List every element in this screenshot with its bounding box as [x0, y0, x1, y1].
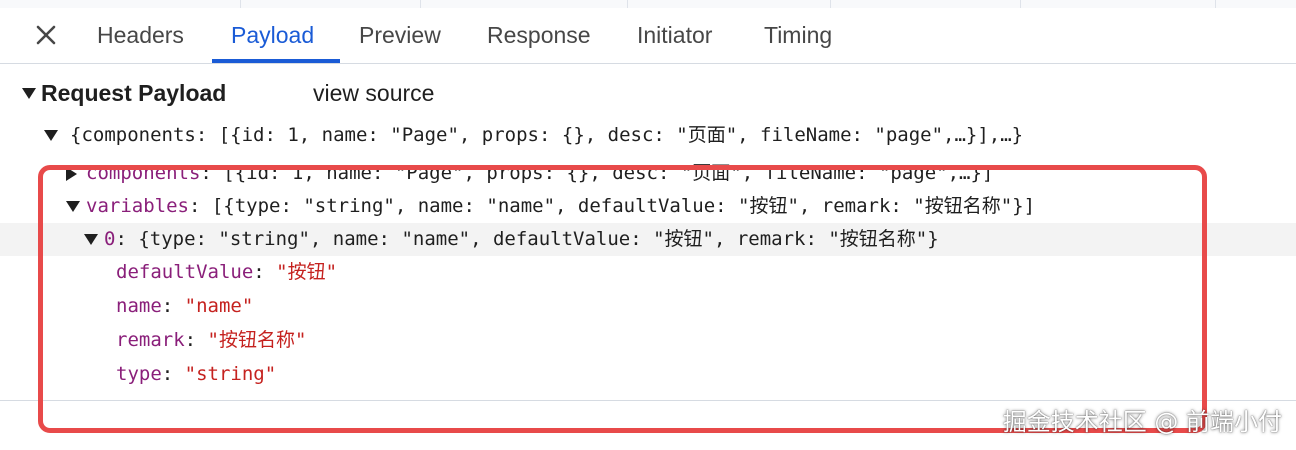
property-key: type: [116, 363, 162, 385]
property-key: name: [116, 295, 162, 317]
expand-triangle-icon: [44, 130, 58, 141]
property-value: "按钮": [276, 261, 338, 283]
variables-summary: [{type: "string", name: "name", defaultV…: [211, 195, 1036, 217]
tab-timing[interactable]: Timing: [764, 8, 832, 63]
section-title: Request Payload: [41, 79, 227, 106]
property-row[interactable]: type: "string": [116, 358, 276, 391]
expand-triangle-icon: [22, 87, 36, 99]
property-value: "按钮名称": [207, 329, 307, 351]
watermark: 掘金技术社区 @ 前端小付: [1002, 408, 1282, 436]
property-row[interactable]: name: "name": [116, 290, 253, 323]
close-panel-button[interactable]: [27, 16, 65, 54]
tab-payload[interactable]: Payload: [231, 8, 314, 63]
expand-triangle-icon: [66, 201, 80, 212]
request-payload-header[interactable]: Request Payload: [22, 78, 226, 108]
property-row[interactable]: defaultValue: "按钮": [116, 256, 337, 289]
variables-row[interactable]: variables: [{type: "string", name: "name…: [66, 190, 1035, 223]
active-tab-indicator: [212, 59, 340, 63]
property-key: components: [86, 162, 201, 184]
property-key: defaultValue: [116, 261, 254, 283]
property-key: remark: [116, 329, 185, 351]
property-key: variables: [86, 195, 189, 217]
property-value: "name": [184, 295, 254, 317]
close-icon: [36, 25, 56, 45]
tab-initiator[interactable]: Initiator: [637, 8, 712, 63]
property-value: "string": [184, 363, 277, 385]
expand-triangle-icon: [84, 234, 98, 245]
tab-response[interactable]: Response: [487, 8, 591, 63]
tab-headers[interactable]: Headers: [97, 8, 184, 63]
components-summary: [{id: 1, name: "Page", props: {}, desc: …: [223, 162, 994, 184]
payload-root-row[interactable]: {components: [{id: 1, name: "Page", prop…: [44, 119, 1023, 152]
array-item-row[interactable]: 0: {type: "string", name: "name", defaul…: [0, 223, 1296, 256]
tab-preview[interactable]: Preview: [359, 8, 441, 63]
collapsed-triangle-icon: [66, 166, 77, 181]
components-row[interactable]: components: [{id: 1, name: "Page", props…: [66, 157, 993, 190]
devtools-tab-bar: Headers Payload Preview Response Initiat…: [0, 8, 1296, 64]
root-summary: {components: [{id: 1, name: "Page", prop…: [70, 124, 1024, 146]
divider: [0, 400, 1296, 401]
array-index: 0: [104, 228, 116, 250]
item-summary: {type: "string", name: "name", defaultVa…: [138, 228, 939, 250]
property-row[interactable]: remark: "按钮名称": [116, 324, 306, 357]
view-source-link[interactable]: view source: [313, 78, 434, 108]
